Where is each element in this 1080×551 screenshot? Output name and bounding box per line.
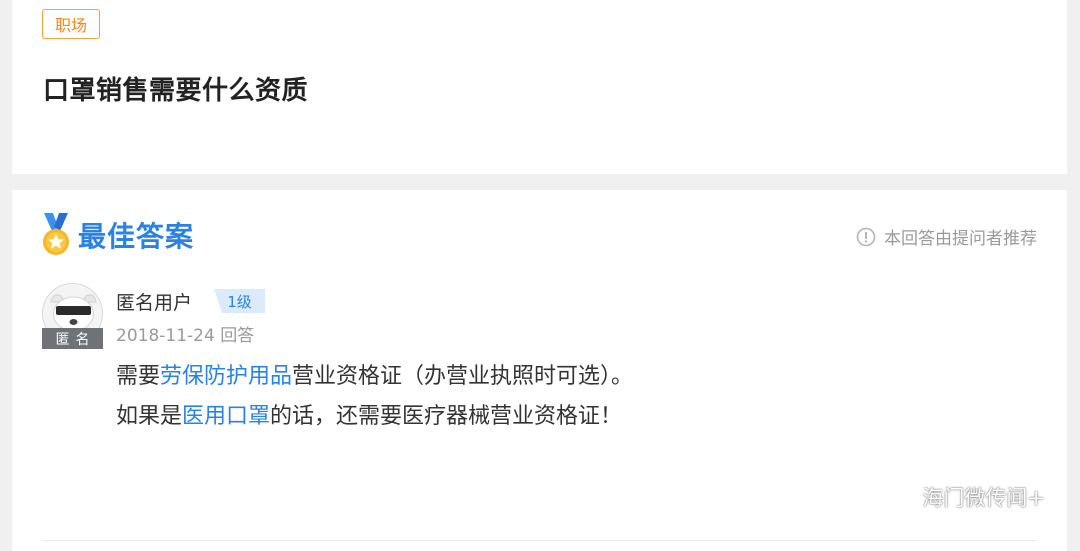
level-text: 1级 [227, 292, 252, 311]
avatar[interactable]: 匿名 [42, 283, 103, 349]
answer-text: 营业资格证（办营业执照时可选）。 [292, 364, 634, 389]
answer-line-1: 需要劳保防护用品营业资格证（办营业执照时可选）。 [116, 357, 633, 397]
divider [42, 540, 1037, 541]
level-badge: 1级 [214, 289, 265, 313]
answer-line-2: 如果是医用口罩的话，还需要医疗器械营业资格证！ [116, 397, 633, 437]
keyword-link[interactable]: 劳保防护用品 [160, 364, 292, 389]
watermark: 海门微传闻+ [880, 482, 1045, 512]
avatar-badge: 匿名 [42, 328, 103, 349]
answer-text: 需要 [116, 364, 161, 389]
question-card: 职场 口罩销售需要什么资质 [12, 0, 1067, 174]
watermark-text: 海门微传闻+ [922, 486, 1045, 510]
wechat-icon [881, 484, 913, 509]
keyword-link[interactable]: 医用口罩 [182, 404, 270, 429]
answer-text: 的话，还需要医疗器械营业资格证！ [270, 404, 623, 429]
recommend-text: 本回答由提问者推荐 [884, 229, 1037, 249]
best-answer-card: 最佳答案 本回答由提问者推荐 匿名 匿名用户 1级 2018-11-24 回答 … [12, 190, 1067, 551]
info-icon [856, 227, 876, 246]
answer-text: 如果是 [116, 404, 183, 429]
question-title: 口罩销售需要什么资质 [43, 76, 309, 106]
answer-body: 需要劳保防护用品营业资格证（办营业执照时可选）。 如果是医用口罩的话，还需要医疗… [116, 357, 633, 437]
medal-icon [43, 213, 69, 255]
answer-date: 2018-11-24 回答 [116, 326, 255, 346]
recommend-note: 本回答由提问者推荐 [856, 224, 1037, 249]
best-answer-header: 最佳答案 [40, 213, 194, 257]
user-name[interactable]: 匿名用户 [116, 288, 192, 315]
category-tag[interactable]: 职场 [42, 9, 100, 39]
best-answer-title: 最佳答案 [78, 220, 195, 253]
